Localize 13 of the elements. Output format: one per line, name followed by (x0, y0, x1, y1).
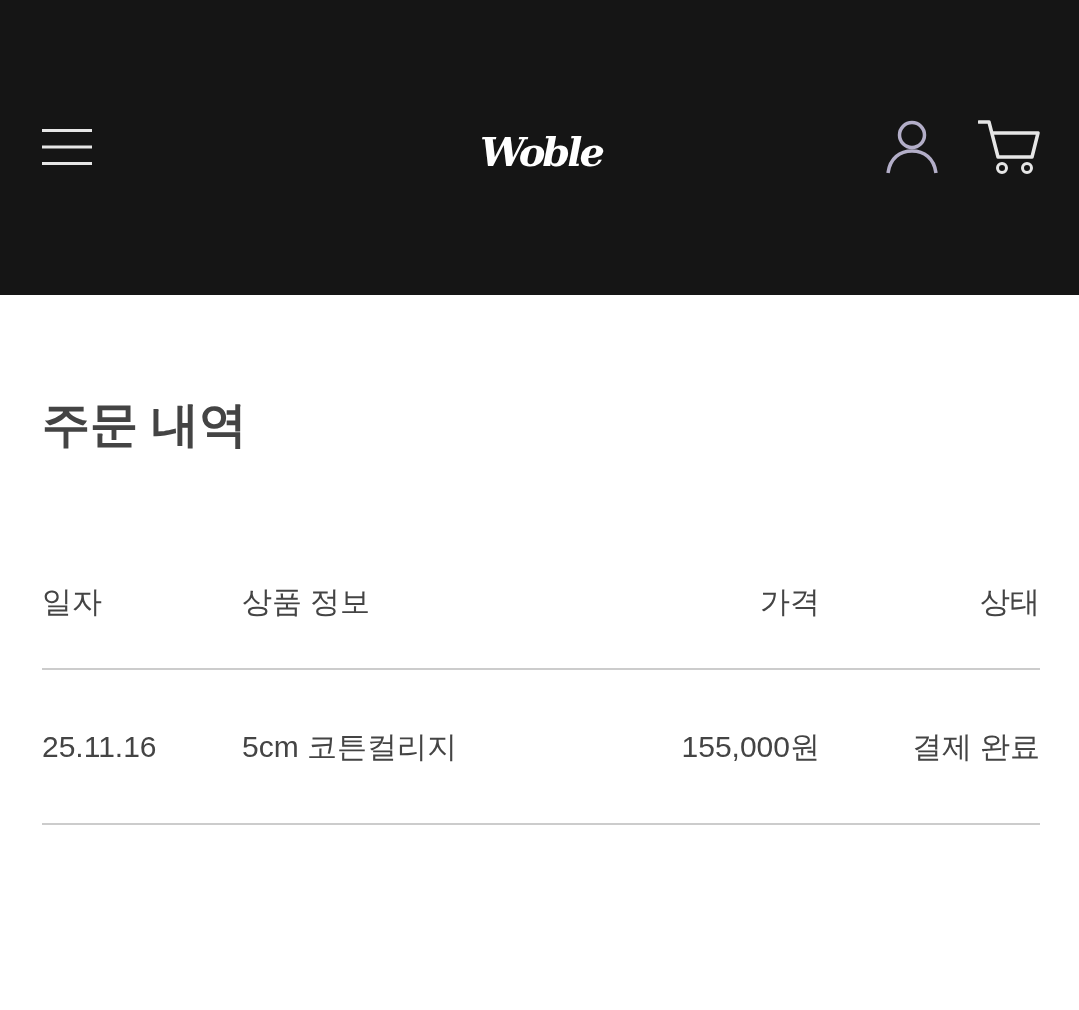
table-cell: 155,000원 (681, 729, 820, 763)
table-cell: 5cm 코튼컬리지 (242, 729, 457, 763)
column-header: 상품 정보 (242, 584, 371, 618)
page-title: 주문 내역 (42, 397, 248, 453)
menu-icon[interactable] (42, 128, 92, 165)
user-icon[interactable] (886, 119, 938, 174)
column-header: 일자 (42, 584, 102, 618)
column-header: 상태 (980, 584, 1040, 618)
cart-icon[interactable] (978, 118, 1040, 175)
table-cell: 결제 완료 (911, 729, 1040, 763)
logo[interactable]: Woble (480, 131, 602, 172)
column-header: 가격 (760, 584, 820, 618)
table-cell: 25.11.16 (42, 729, 157, 763)
